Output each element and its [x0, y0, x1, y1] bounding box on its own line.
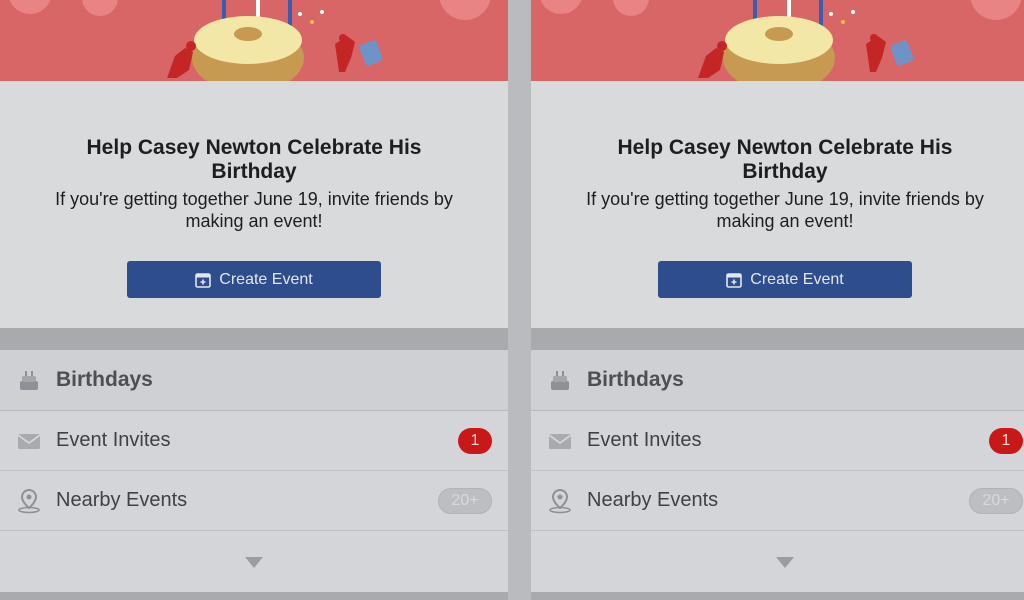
show-more-row[interactable] — [531, 531, 1024, 592]
section-divider-bottom — [531, 592, 1024, 600]
create-event-label: Create Event — [750, 270, 844, 288]
event-invites-label: Event Invites — [587, 429, 702, 451]
birthday-illustration — [531, 0, 1024, 81]
nearby-events-label: Nearby Events — [587, 489, 719, 511]
section-divider-bottom — [0, 592, 508, 600]
birthday-title: Help Casey Newton Celebrate His Birthday — [617, 136, 953, 183]
nearby-events-count-badge: 20+ — [438, 488, 492, 514]
section-divider — [531, 328, 1024, 350]
birthday-subtitle: If you're getting together June 19, invi… — [586, 189, 984, 231]
birthday-panel-left: Help Casey Newton Celebrate His Birthday… — [0, 0, 508, 600]
chevron-down-icon — [776, 557, 794, 568]
calendar-plus-icon — [195, 272, 212, 288]
event-invites-label: Event Invites — [56, 429, 171, 451]
section-divider — [0, 328, 508, 350]
birthdays-section-header[interactable]: Birthdays — [531, 350, 1024, 411]
chevron-down-icon — [245, 557, 263, 568]
create-event-label: Create Event — [219, 270, 313, 288]
create-event-button[interactable]: Create Event — [127, 261, 381, 298]
birthdays-section-header[interactable]: Birthdays — [0, 350, 508, 411]
calendar-plus-icon — [726, 272, 743, 288]
birthdays-label: Birthdays — [587, 368, 684, 391]
nearby-events-count-badge: 20+ — [969, 488, 1023, 514]
location-pin-icon — [18, 488, 40, 513]
envelope-icon — [17, 433, 41, 449]
birthday-subtitle: If you're getting together June 19, invi… — [55, 189, 453, 231]
birthday-illustration — [0, 0, 508, 81]
birthday-prompt: Help Casey Newton Celebrate His Birthday… — [531, 81, 1024, 328]
birthday-title: Help Casey Newton Celebrate His Birthday — [86, 136, 422, 183]
nearby-events-row[interactable]: Nearby Events 20+ — [531, 471, 1024, 531]
nearby-events-label: Nearby Events — [56, 489, 188, 511]
event-invites-count-badge: 1 — [989, 428, 1023, 454]
birthday-cake-icon — [20, 371, 38, 390]
event-invites-row[interactable]: Event Invites 1 — [0, 411, 508, 471]
location-pin-icon — [549, 488, 571, 513]
birthday-cake-icon — [551, 371, 569, 390]
birthday-prompt: Help Casey Newton Celebrate His Birthday… — [0, 81, 508, 328]
create-event-button[interactable]: Create Event — [658, 261, 912, 298]
envelope-icon — [548, 433, 572, 449]
event-invites-row[interactable]: Event Invites 1 — [531, 411, 1024, 471]
nearby-events-row[interactable]: Nearby Events 20+ — [0, 471, 508, 531]
birthday-panel-right: Help Casey Newton Celebrate His Birthday… — [531, 0, 1024, 600]
show-more-row[interactable] — [0, 531, 508, 592]
birthdays-label: Birthdays — [56, 368, 153, 391]
event-invites-count-badge: 1 — [458, 428, 492, 454]
